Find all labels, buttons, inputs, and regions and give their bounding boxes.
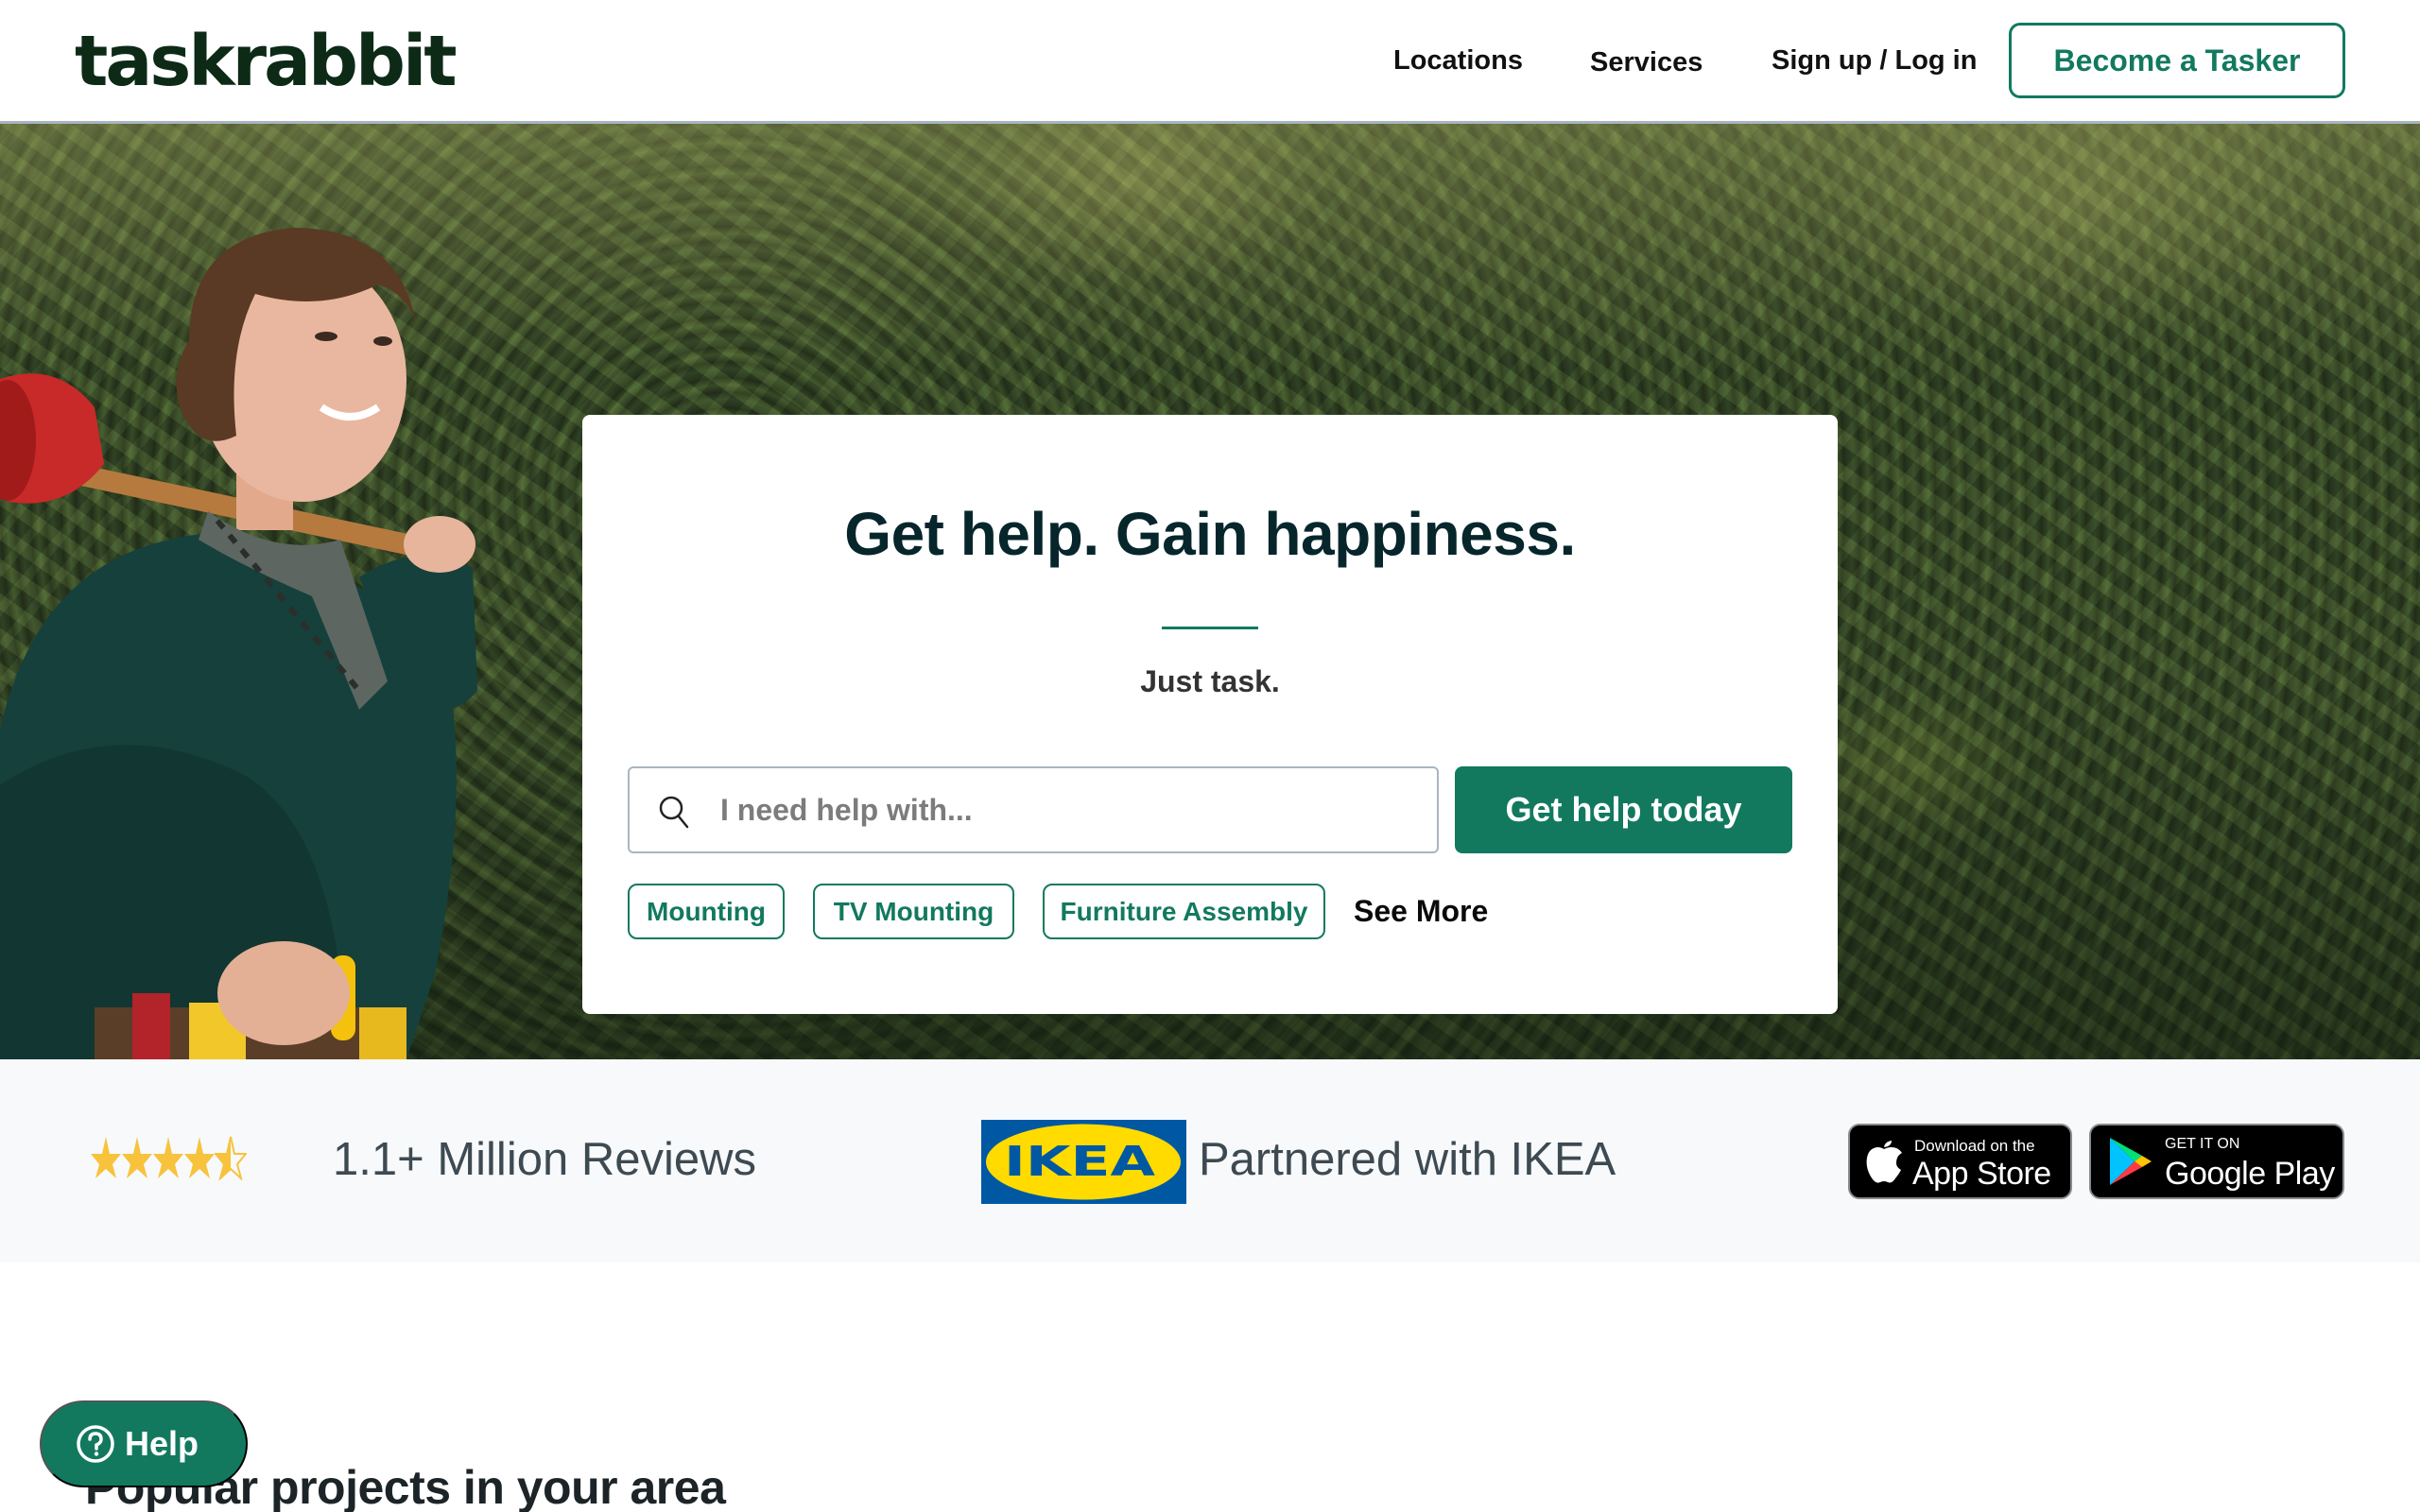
star-full-icon — [153, 1137, 183, 1178]
search-box[interactable] — [628, 766, 1439, 853]
star-full-icon — [122, 1137, 152, 1178]
nav-locations[interactable]: Locations — [1393, 42, 1523, 79]
tasker-photo — [0, 228, 477, 1059]
hero-subtitle: Just task. — [1140, 664, 1280, 698]
nav-services[interactable]: Services — [1590, 43, 1703, 81]
star-full-icon — [91, 1137, 121, 1178]
question-circle-icon — [77, 1425, 114, 1463]
hero-title: Get help. Gain happiness. — [844, 500, 1576, 568]
see-more-link[interactable]: See More — [1354, 884, 1488, 939]
taskrabbit-logo[interactable]: taskrabbit — [75, 21, 458, 102]
chip-furniture-assembly[interactable]: Furniture Assembly — [1043, 884, 1325, 939]
site-header: taskrabbit Locations Services Sign up / … — [0, 0, 2420, 124]
search-icon — [659, 796, 689, 829]
nav-signup-login[interactable]: Sign up / Log in — [1772, 42, 1977, 79]
get-help-today-button[interactable]: Get help today — [1455, 766, 1792, 853]
star-full-icon — [184, 1137, 215, 1178]
star-half-icon — [215, 1136, 247, 1180]
ikea-partner-text: Partnered with IKEA — [1199, 1134, 1616, 1185]
title-divider — [1162, 627, 1258, 629]
hero-section: Get help. Gain happiness. Just task. Get… — [0, 124, 2420, 1059]
google-play-badge[interactable]: GET IT ON Google Play — [2089, 1124, 2344, 1199]
chip-tv-mounting[interactable]: TV Mounting — [813, 884, 1014, 939]
search-input[interactable] — [720, 768, 1420, 851]
hero-card: Get help. Gain happiness. Just task. Get… — [582, 415, 1838, 1014]
chip-mounting[interactable]: Mounting — [628, 884, 785, 939]
help-button[interactable]: Help — [40, 1400, 248, 1487]
reviews-count: 1.1+ Million Reviews — [333, 1134, 756, 1185]
google-play-icon — [2110, 1138, 2152, 1185]
help-label: Help — [125, 1424, 199, 1463]
app-store-badge[interactable]: Download on the App Store — [1848, 1124, 2072, 1199]
rating-stars — [90, 1135, 247, 1180]
apple-icon — [1866, 1141, 1902, 1183]
trust-band: 1.1+ Million Reviews IKEA Partnered with… — [0, 1059, 2420, 1263]
ikea-logo: IKEA — [981, 1120, 1186, 1204]
svg-text:IKEA: IKEA — [1004, 1138, 1155, 1186]
become-tasker-button[interactable]: Become a Tasker — [2009, 23, 2345, 98]
